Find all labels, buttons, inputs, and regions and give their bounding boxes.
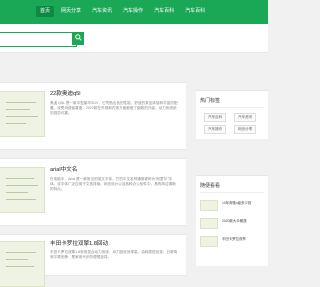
post-excerpt: 在电脑中，Arial 是一款常见的英文字体，它的中文名称通常被称为“阿里尔”字体…: [50, 177, 176, 192]
post-card: arial中文名 在电脑中，Arial 是一款常见的英文字体，它的中文名称通常被…: [0, 158, 186, 226]
recommended-title: 2020款大众朗逸: [222, 219, 247, 223]
nav-item-web-share[interactable]: 网页分享: [57, 6, 85, 17]
post-thumbnail[interactable]: [0, 91, 45, 137]
post-excerpt: 奥迪 Q5L 是一款中型豪华SUV，它凭借出色的性能、舒适的乘坐体验和丰富的配置…: [50, 101, 178, 116]
recommended-item[interactable]: 10年奔驰c级多少钱: [200, 200, 264, 212]
tag[interactable]: 网页分享: [234, 125, 257, 134]
post-title[interactable]: arial中文名: [50, 165, 77, 173]
tag[interactable]: 汽车资讯: [234, 113, 257, 122]
search-input[interactable]: [0, 32, 77, 47]
recommended-thumbnail: [200, 200, 218, 211]
nav-item-car-wiki[interactable]: 汽车百科: [150, 6, 178, 17]
post-card: 22款奥迪q5l 奥迪 Q5L 是一款中型豪华SUV，它凭借出色的性能、舒适的乘…: [0, 82, 186, 150]
nav-item-home[interactable]: 首页: [36, 6, 55, 17]
post-thumbnail[interactable]: [0, 167, 45, 213]
post-title[interactable]: 丰田卡罗拉双擎1.8回动: [50, 239, 108, 247]
search-bar: [0, 24, 268, 53]
search-icon: [74, 34, 82, 41]
recommend-widget: 随便看看 10年奔驰c级多少钱 2020款大众朗逸 丰田卡罗拉双擎: [196, 175, 268, 266]
recommended-title: 10年奔驰c级多少钱: [222, 201, 252, 205]
post-excerpt: 丰田卡罗拉双擎1.8采用混合动力系统，动力回收效率高，油耗表现优秀，日常驾驶平顺…: [50, 250, 178, 260]
recommended-item[interactable]: 丰田卡罗拉双擎: [200, 236, 264, 248]
post-meta: [50, 135, 62, 139]
tag[interactable]: 汽车操作: [204, 125, 227, 134]
recommended-title: 丰田卡罗拉双擎: [222, 237, 246, 241]
divider: [200, 192, 264, 193]
post-title[interactable]: 22款奥迪q5l: [50, 89, 80, 97]
search-button[interactable]: [72, 32, 84, 45]
main-nav: 首页 网页分享 汽车资讯 汽车操作 汽车百科 汽车百科: [36, 6, 209, 17]
recommended-thumbnail: [200, 218, 218, 229]
hot-tags-widget: 热门标签 汽车百科 汽车资讯 汽车操作 网页分享: [196, 90, 268, 139]
divider: [200, 107, 264, 108]
widget-title: 随便看看: [200, 183, 221, 189]
post-meta: [50, 211, 62, 215]
post-thumbnail[interactable]: [0, 241, 45, 287]
nav-item-car-news[interactable]: 汽车资讯: [88, 6, 116, 17]
nav-item-car-operation[interactable]: 汽车操作: [119, 6, 147, 17]
tag[interactable]: 汽车百科: [204, 113, 227, 122]
nav-item-car-wiki-2[interactable]: 汽车百科: [181, 6, 209, 17]
recommended-item[interactable]: 2020款大众朗逸: [200, 218, 264, 230]
top-nav-bar: 首页 网页分享 汽车资讯 汽车操作 汽车百科 汽车百科: [0, 0, 268, 24]
post-card: 丰田卡罗拉双擎1.8回动 丰田卡罗拉双擎1.8采用混合动力系统，动力回收效率高，…: [0, 234, 186, 287]
widget-title: 热门标签: [200, 98, 221, 104]
recommended-thumbnail: [200, 236, 218, 247]
